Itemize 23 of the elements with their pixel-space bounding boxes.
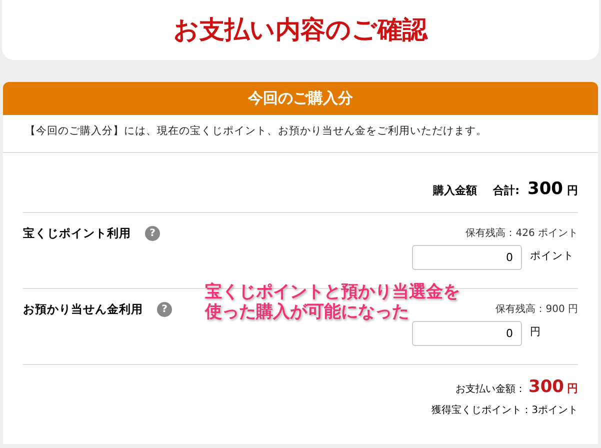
annotation-text: 宝くじポイントと預かり当選金を: [205, 282, 460, 302]
total-label: 購入金額: [433, 182, 478, 199]
balance-text: 保有残高：426 ポイント: [466, 226, 578, 241]
sum-label: 合計:: [493, 182, 520, 199]
currency-unit: 円: [567, 380, 578, 397]
page-title: お支払い内容のご確認: [174, 14, 428, 46]
amount-input[interactable]: 0: [412, 320, 522, 346]
amount-input[interactable]: 0: [412, 244, 522, 270]
balance-text: 保有残高：900 円: [496, 302, 578, 317]
earned-points: 獲得宝くじポイント：3ポイント: [432, 404, 578, 418]
help-icon[interactable]: ?: [157, 302, 172, 318]
unit-label: 円: [530, 325, 541, 340]
total-amount: 300: [528, 178, 563, 201]
field-label: お預かり当せん金利用: [23, 301, 143, 318]
payment-amount: 300: [528, 376, 564, 399]
payment-label: お支払い金額：: [456, 382, 526, 397]
help-icon[interactable]: ?: [145, 226, 160, 242]
currency-unit: 円: [567, 182, 578, 199]
section-title: 今回のご購入分: [248, 88, 353, 110]
field-label: 宝くじポイント利用: [23, 225, 131, 242]
annotation-text: 使った購入が可能になった: [205, 302, 410, 322]
intro-text: 【今回のご購入分】には、現在の宝くじポイント、お預かり当せん金をご利用いただけます。: [24, 124, 488, 139]
unit-label: ポイント: [530, 249, 574, 264]
